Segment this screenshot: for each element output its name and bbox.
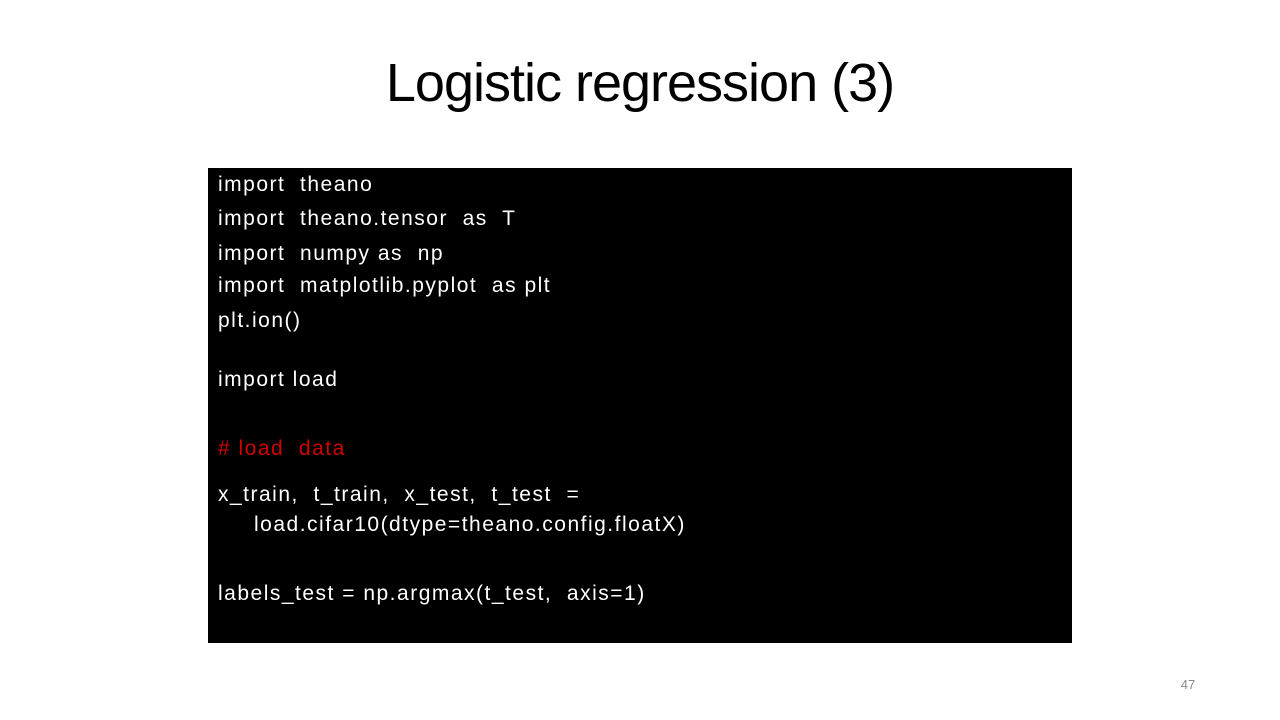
code-line: import theano bbox=[218, 173, 374, 196]
code-line: import theano.tensor as T bbox=[218, 207, 517, 230]
slide: Logistic regression (3) import theano im… bbox=[0, 0, 1280, 720]
code-line: labels_test = np.argmax(t_test, axis=1) bbox=[218, 582, 646, 605]
code-line: import matplotlib.pyplot as plt bbox=[218, 274, 552, 297]
code-line: plt.ion() bbox=[218, 309, 302, 332]
code-line: import load bbox=[218, 368, 339, 391]
code-block: import theano import theano.tensor as T … bbox=[208, 168, 1072, 643]
slide-title: Logistic regression (3) bbox=[385, 53, 895, 113]
code-comment: # load data bbox=[218, 437, 346, 460]
code-line: x_train, t_train, x_test, t_test = bbox=[218, 483, 581, 506]
page-number: 47 bbox=[1180, 677, 1196, 692]
code-line-continuation: load.cifar10(dtype=theano.config.floatX) bbox=[254, 513, 686, 536]
code-line: import numpy as np bbox=[218, 242, 445, 265]
